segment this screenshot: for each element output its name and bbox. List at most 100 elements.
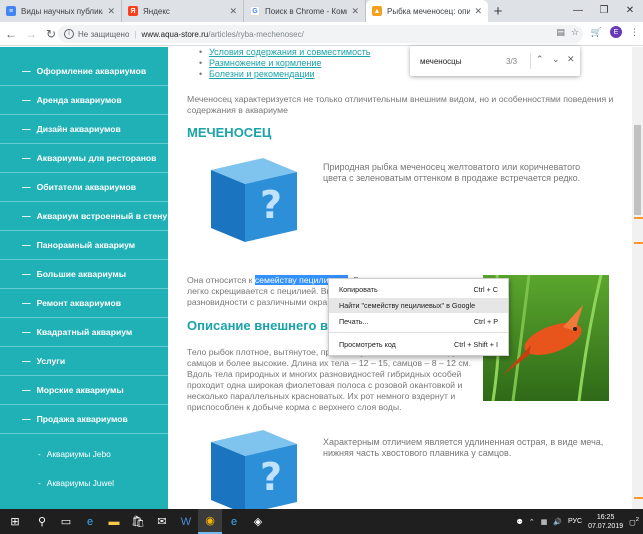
desc-line: самцов и более высокие. Длина их тела – … <box>187 358 472 368</box>
search-icon[interactable]: ⚲ <box>30 509 54 534</box>
page-scrollbar[interactable] <box>632 47 643 509</box>
new-tab-button[interactable]: + <box>488 0 508 22</box>
toc-link[interactable]: Болезни и рекомендации <box>199 69 370 80</box>
sidebar-subitem[interactable]: - Аквариумы Jebo <box>0 439 168 468</box>
word-icon[interactable]: W <box>174 509 198 534</box>
sidebar-item[interactable]: — Аквариумы для ресторанов <box>0 144 168 173</box>
find-close-icon[interactable]: ✕ <box>567 54 575 65</box>
tray-arrow-icon[interactable]: ⌃ <box>529 518 535 526</box>
box2-line: Характерным отличием является удлиненная… <box>323 437 604 447</box>
info-icon[interactable]: i <box>64 29 74 39</box>
toc-link[interactable]: Условия содержания и совместимость <box>199 47 370 58</box>
address-bar[interactable]: i Не защищено | www.aqua-store.ru /artic… <box>58 25 583 43</box>
sidebar-item-label: Оформление аквариумов <box>36 66 147 76</box>
sidebar-item[interactable]: — Аквариум встроенный в стену <box>0 202 168 231</box>
url-host: www.aqua-store.ru <box>141 29 209 39</box>
toc-link[interactable]: Размножение и кормление <box>199 58 370 69</box>
box1-line: цвета с зеленоватым оттенком в продаже в… <box>323 173 581 183</box>
close-tab-icon[interactable]: ✕ <box>107 6 115 17</box>
sidebar-item-label: Дизайн аквариумов <box>36 124 121 134</box>
bookmark-star-icon[interactable]: ☆ <box>571 27 579 38</box>
find-input[interactable]: меченосцы <box>420 57 462 66</box>
screen: ≡ Виды научных публикаций ✕ Я Яндекс ✕ G… <box>0 0 643 534</box>
close-tab-icon[interactable]: ✕ <box>351 6 359 17</box>
google-icon: G <box>250 6 260 16</box>
context-item-print[interactable]: Печать... Ctrl + P <box>329 314 508 329</box>
sidebar-item[interactable]: — Оформление аквариумов <box>0 57 168 86</box>
close-window-icon[interactable]: ✕ <box>617 0 643 20</box>
find-next-icon[interactable]: ⌄ <box>552 54 560 65</box>
system-tray: ⚉ ⌃ ▦ 🔊 РУС 16:25 07.07.2019 ▢2 <box>517 509 643 534</box>
sidebar-item[interactable]: — Дизайн аквариумов <box>0 115 168 144</box>
file-explorer-icon[interactable]: ▬ <box>102 509 126 534</box>
store-icon[interactable]: 🛍 <box>126 509 150 534</box>
clock[interactable]: 16:25 07.07.2019 <box>588 513 623 531</box>
cart-extension-icon[interactable]: 🛒 <box>591 27 602 38</box>
tab-swordtail[interactable]: ▲ Рыбка меченосец: описание, с ✕ <box>366 0 488 22</box>
svg-text:?: ? <box>260 183 282 227</box>
sidebar-subitem[interactable]: - Аквариумы Juwel <box>0 468 168 497</box>
heading-main: МЕЧЕНОСЕЦ <box>187 125 272 140</box>
context-item-inspect[interactable]: Просмотреть код Ctrl + Shift + I <box>329 337 508 352</box>
sidebar-item-label: Ремонт аквариумов <box>36 298 122 308</box>
desc-line: Вдоль тела природных и многих разновидно… <box>187 369 462 379</box>
windows-start-icon[interactable]: ⊞ <box>0 509 30 534</box>
tab-yandex[interactable]: Я Яндекс ✕ <box>122 0 244 22</box>
sidebar-item[interactable]: — Большие аквариумы <box>0 260 168 289</box>
svg-text:?: ? <box>260 455 282 499</box>
notifications-icon[interactable]: ▢2 <box>629 517 639 526</box>
close-tab-icon[interactable]: ✕ <box>229 6 237 17</box>
intro-line: Меченосец характеризуется не только отли… <box>187 94 614 104</box>
chrome-icon[interactable]: ◉ <box>198 509 222 534</box>
sidebar-item-label: Панорамный аквариум <box>36 240 136 250</box>
task-view-icon[interactable]: ▭ <box>54 509 78 534</box>
context-item-search-google[interactable]: Найти "семейству пецилиевых" в Google <box>329 298 508 313</box>
ie-icon[interactable]: e <box>222 509 246 534</box>
scrollbar-thumb[interactable] <box>634 125 641 215</box>
sidebar-item-label: Квадратный аквариум <box>36 327 133 337</box>
forward-icon[interactable]: → <box>22 24 40 44</box>
language-indicator[interactable]: РУС <box>568 518 582 525</box>
minimize-icon[interactable]: — <box>565 0 591 20</box>
find-previous-icon[interactable]: ⌃ <box>536 54 544 65</box>
network-icon[interactable]: ▦ <box>541 518 548 526</box>
sidebar-item[interactable]: — Морские аквариумы <box>0 376 168 405</box>
edge-icon[interactable]: e <box>78 509 102 534</box>
sidebar-item-label: Морские аквариумы <box>36 385 124 395</box>
tab-publications[interactable]: ≡ Виды научных публикаций ✕ <box>0 0 122 22</box>
sidebar-item-label: Обитатели аквариумов <box>36 182 136 192</box>
paragraph-line: разновидности с различными окра <box>187 297 328 307</box>
avatar[interactable]: E <box>610 26 622 38</box>
mail-icon[interactable]: ✉ <box>150 509 174 534</box>
volume-icon[interactable]: 🔊 <box>553 518 562 526</box>
sidebar-item[interactable]: — Панорамный аквариум <box>0 231 168 260</box>
find-match-marker <box>634 242 643 244</box>
context-item-copy[interactable]: Копировать Ctrl + C <box>329 282 508 297</box>
sidebar-item[interactable]: — Обитатели аквариумов <box>0 173 168 202</box>
question-cube-image: ? <box>211 430 297 509</box>
sidebar-item[interactable]: — Квадратный аквариум <box>0 318 168 347</box>
sidebar-item-label: Аквариумы Jebo <box>46 448 111 459</box>
menu-icon[interactable]: ⋮ <box>630 27 639 38</box>
desc-line: проходит одна широкая фиолетовая полоса … <box>187 380 463 390</box>
aqua-store-icon: ▲ <box>372 6 382 16</box>
back-icon[interactable]: ← <box>2 24 20 44</box>
people-icon[interactable]: ⚉ <box>517 518 523 526</box>
tab-title: Яндекс <box>143 6 170 16</box>
url-path: /articles/ryba-mechenosec/ <box>208 29 304 39</box>
browser-toolbar: ← → ↻ i Не защищено | www.aqua-store.ru … <box>0 22 643 46</box>
sidebar-item[interactable]: — Услуги <box>0 347 168 376</box>
tab-chrome-search[interactable]: G Поиск в Chrome - Компьютер ✕ <box>244 0 366 22</box>
maximize-icon[interactable]: ❐ <box>591 0 617 20</box>
sidebar-item[interactable]: — Продажа аквариумов <box>0 405 168 434</box>
page-action-icon[interactable]: ▤ <box>556 27 565 38</box>
web-page: — Оформление аквариумов — Аренда аквариумо… <box>0 47 643 509</box>
sidebar-item[interactable]: — Ремонт аквариумов <box>0 289 168 318</box>
toc-links: Условия содержания и совместимость Размн… <box>199 47 370 80</box>
close-tab-icon[interactable]: ✕ <box>474 6 482 17</box>
app-icon[interactable]: ◈ <box>246 509 270 534</box>
sidebar-item-label: Аквариумы Juwel <box>46 477 115 488</box>
window-controls: — ❐ ✕ <box>565 0 643 20</box>
sidebar-item-label: Аквариумы для ресторанов <box>36 153 157 163</box>
sidebar-item[interactable]: — Аренда аквариумов <box>0 86 168 115</box>
